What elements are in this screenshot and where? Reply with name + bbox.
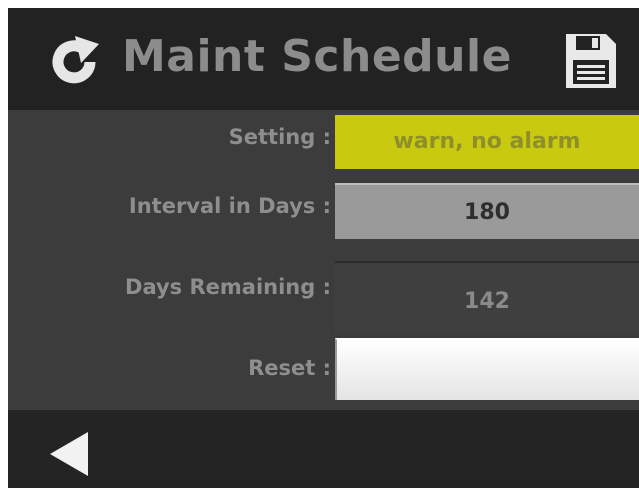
days-remaining-label: Days Remaining :	[125, 275, 331, 299]
setting-label: Setting :	[228, 125, 331, 149]
reset-button[interactable]	[335, 338, 639, 400]
header-bar: Maint Schedule	[8, 8, 639, 110]
interval-days-input[interactable]: 180	[335, 183, 639, 239]
maint-schedule-panel: Maint Schedule Setting : warn, no alarm …	[8, 8, 639, 488]
footer-bar	[8, 410, 639, 488]
page-title: Maint Schedule	[122, 31, 512, 82]
refresh-icon[interactable]	[46, 34, 102, 90]
days-remaining-value: 142	[335, 261, 639, 335]
save-icon[interactable]	[564, 32, 618, 90]
back-arrow-icon[interactable]	[48, 430, 92, 478]
setting-select[interactable]: warn, no alarm	[335, 115, 639, 169]
reset-label: Reset :	[248, 356, 331, 380]
interval-days-label: Interval in Days :	[128, 194, 331, 218]
screen: Maint Schedule Setting : warn, no alarm …	[0, 0, 639, 488]
